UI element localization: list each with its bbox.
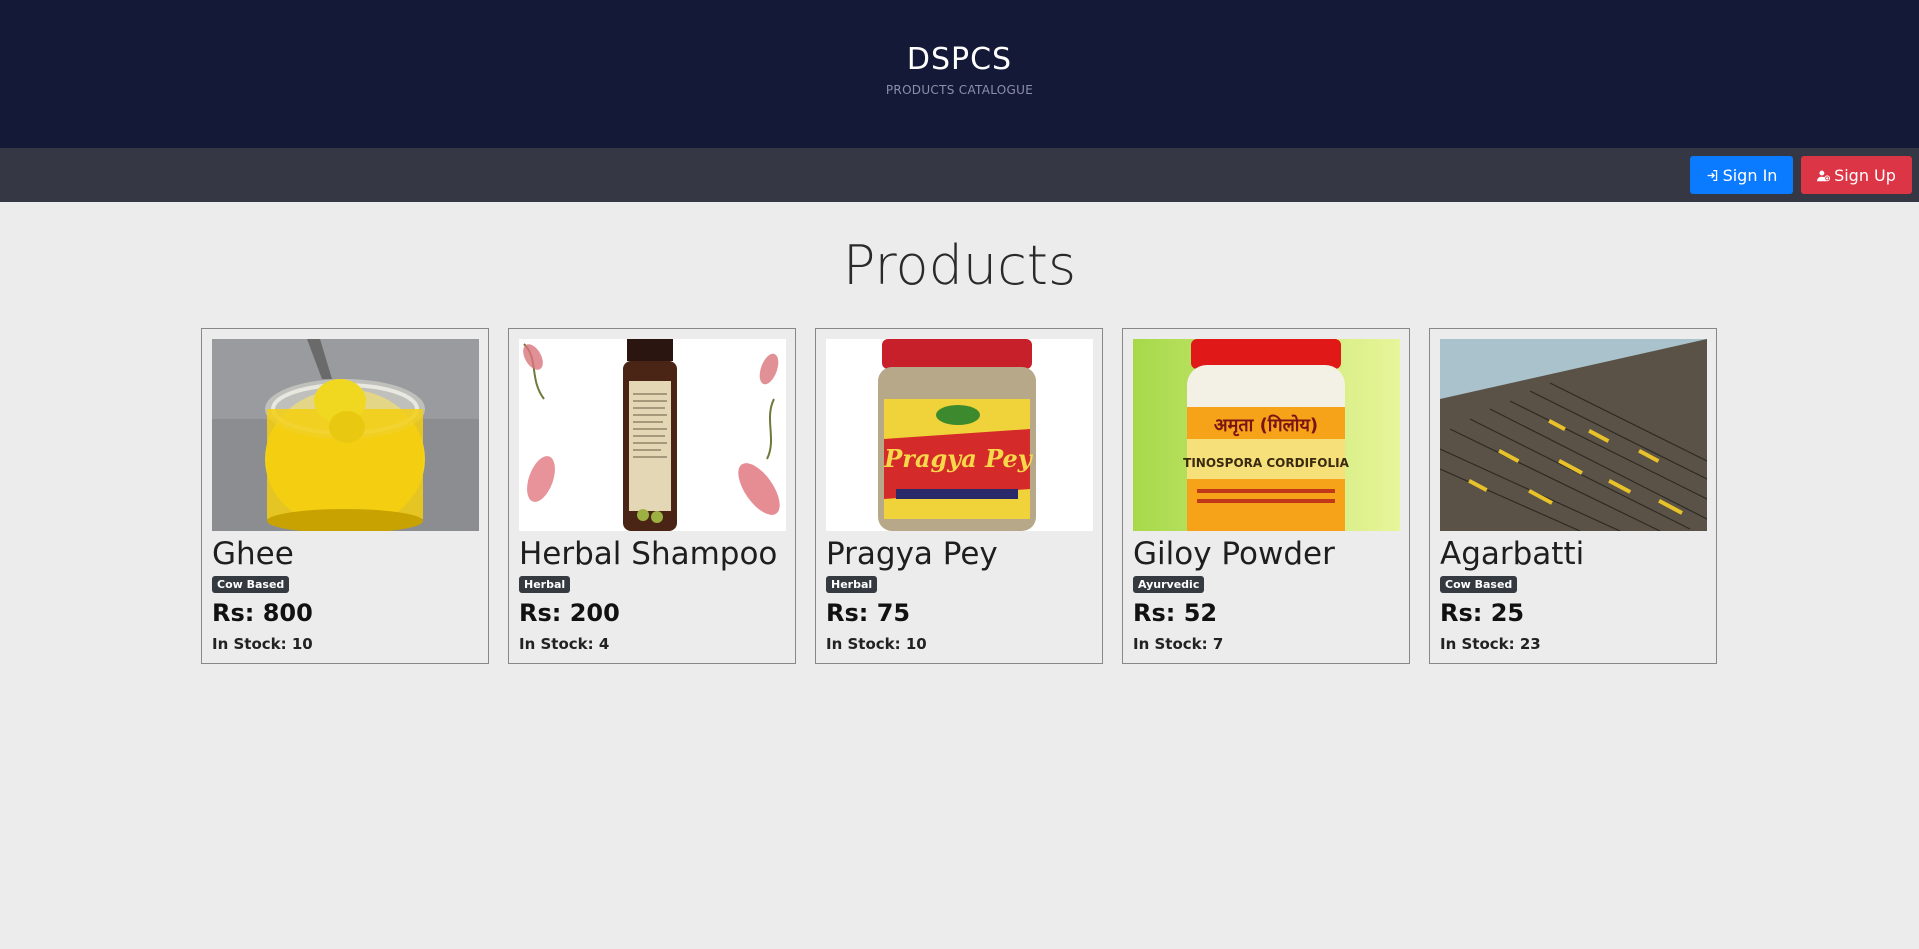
product-price: Rs: 800 [212,599,313,627]
product-stock: In Stock: 23 [1440,635,1541,653]
category-badge: Herbal [519,576,571,593]
product-name: Pragya Pey [826,536,998,572]
svg-text:TINOSPORA CORDIFOLIA: TINOSPORA CORDIFOLIA [1183,456,1349,470]
page-title: Products [842,234,1077,297]
product-stock: In Stock: 4 [519,635,610,653]
product-grid: Ghee Cow Based Rs: 800 In Stock: 10 Herb… [201,328,1717,664]
product-price: Rs: 75 [826,599,911,627]
sign-up-button[interactable]: Sign Up [1801,156,1912,194]
product-image-giloy-powder: अमृता (गिलोय) TINOSPORA CORDIFOLIA [1133,339,1400,531]
category-badge: Herbal [826,576,878,593]
category-badge: Cow Based [1440,576,1518,593]
sign-in-icon [1707,169,1717,181]
product-image-herbal-shampoo [519,339,786,531]
product-card[interactable]: Pragya Pey Pragya Pey Herbal Rs: 75 In S… [815,328,1103,664]
product-name: Giloy Powder [1133,536,1335,572]
site-brand: DSPCS [906,42,1013,77]
product-name: Ghee [212,536,294,572]
sign-in-label: Sign In [1722,165,1778,185]
product-card[interactable]: Ghee Cow Based Rs: 800 In Stock: 10 [201,328,489,664]
product-card[interactable]: अमृता (गिलोय) TINOSPORA CORDIFOLIA Giloy… [1122,328,1410,664]
category-badge: Ayurvedic [1133,576,1205,593]
product-name: Herbal Shampoo [519,536,778,572]
category-badge: Cow Based [212,576,290,593]
site-header: DSPCS PRODUCTS CATALOGUE [0,0,1919,148]
product-card[interactable]: Herbal Shampoo Herbal Rs: 200 In Stock: … [508,328,796,664]
product-name: Agarbatti [1440,536,1585,572]
svg-text:अमृता (गिलोय): अमृता (गिलोय) [1214,414,1318,437]
sign-in-button[interactable]: Sign In [1690,156,1793,194]
product-price: Rs: 200 [519,599,620,627]
sign-up-label: Sign Up [1834,165,1896,185]
site-tagline: PRODUCTS CATALOGUE [885,83,1034,97]
product-image-agarbatti [1440,339,1707,531]
user-plus-icon [1817,170,1831,181]
svg-text:Pragya Pey: Pragya Pey [883,444,1034,473]
product-stock: In Stock: 10 [212,635,313,653]
product-card[interactable]: Agarbatti Cow Based Rs: 25 In Stock: 23 [1429,328,1717,664]
product-image-ghee [212,339,479,531]
product-image-pragya-pey: Pragya Pey [826,339,1093,531]
product-stock: In Stock: 7 [1133,635,1224,653]
product-price: Rs: 52 [1133,599,1218,627]
top-navbar: Sign In Sign Up [0,148,1919,202]
product-stock: In Stock: 10 [826,635,927,653]
product-price: Rs: 25 [1440,599,1525,627]
